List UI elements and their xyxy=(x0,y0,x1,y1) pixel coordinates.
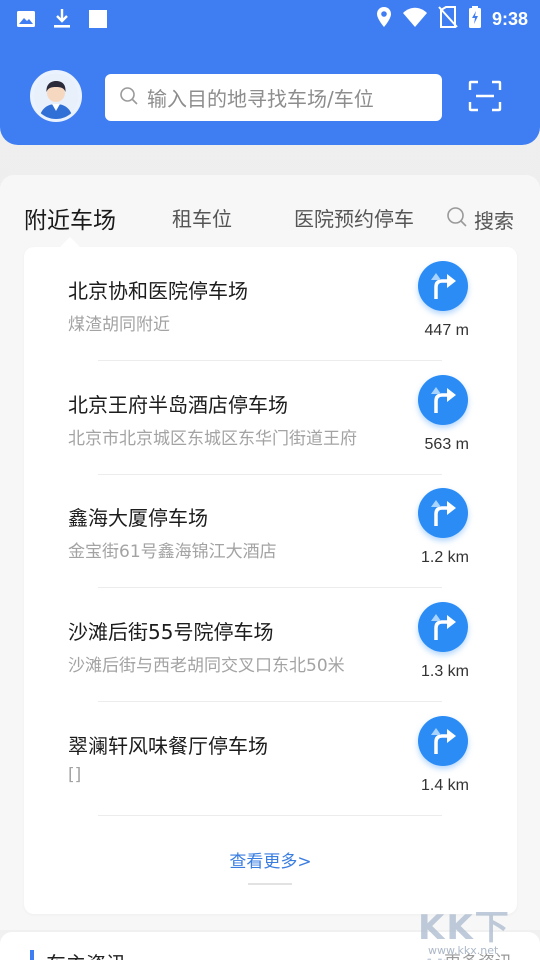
parking-distance: 1.2 km xyxy=(420,549,469,566)
section-accent-bar xyxy=(30,950,34,960)
image-icon xyxy=(16,9,36,33)
wifi-icon xyxy=(402,7,428,31)
parking-address: 北京市北京城区东城区东华门街道王府 xyxy=(68,429,357,449)
search-icon xyxy=(119,86,139,110)
parking-name: 北京王府半岛酒店停车场 xyxy=(68,393,288,417)
status-time: 9:38 xyxy=(491,8,528,29)
watermark-url: www.kkx.net xyxy=(428,944,499,957)
parking-list-item[interactable]: 北京协和医院停车场 煤渣胡同附近 447 m xyxy=(24,247,517,361)
tab-hospital-parking[interactable]: 医院预约停车 xyxy=(294,203,414,232)
more-bar-divider xyxy=(248,883,292,885)
navigate-icon[interactable] xyxy=(418,602,468,652)
scan-icon[interactable] xyxy=(468,80,502,112)
parking-name: 翠澜轩风味餐厅停车场 xyxy=(68,734,268,758)
navigate-icon[interactable] xyxy=(418,261,468,311)
parking-list-item[interactable]: 鑫海大厦停车场 金宝街61号鑫海锦江大酒店 1.2 km xyxy=(24,474,517,588)
navigate-icon[interactable] xyxy=(418,716,468,766)
parking-list-item[interactable]: 北京王府半岛酒店停车场 北京市北京城区东城区东华门街道王府 563 m xyxy=(24,361,517,475)
view-more-link[interactable]: 查看更多> xyxy=(24,847,517,872)
parking-address: 沙滩后街与西老胡同交叉口东北50米 xyxy=(68,656,345,676)
app-header: 9:38 输入目的地寻找车场/车位 xyxy=(0,0,540,145)
parking-distance: 1.4 km xyxy=(420,777,469,794)
news-section-title: 车主资讯 xyxy=(46,948,126,960)
tab-nearby-parking[interactable]: 附近车场 xyxy=(24,201,116,235)
search-placeholder: 输入目的地寻找车场/车位 xyxy=(147,87,374,111)
divider xyxy=(98,815,442,816)
download-icon xyxy=(52,8,72,34)
search-icon xyxy=(446,206,468,233)
tab-rent-space[interactable]: 租车位 xyxy=(172,203,232,232)
tab-search-label: 搜索 xyxy=(474,209,514,233)
nearby-parking-panel: 附近车场 租车位 医院预约停车 搜索 北京协和医院停车场 煤渣胡同附近 447 … xyxy=(0,175,540,930)
parking-address: 金宝街61号鑫海锦江大酒店 xyxy=(68,542,277,562)
status-bar: 9:38 xyxy=(0,0,540,36)
navigate-icon[interactable] xyxy=(418,488,468,538)
parking-distance: 563 m xyxy=(424,436,469,453)
parking-name: 沙滩后街55号院停车场 xyxy=(68,620,274,644)
square-icon xyxy=(88,9,108,33)
tab-bar: 附近车场 租车位 医院预约停车 搜索 xyxy=(0,175,540,247)
parking-name: 北京协和医院停车场 xyxy=(68,279,248,303)
parking-address: [] xyxy=(68,765,82,785)
parking-list-item[interactable]: 沙滩后街55号院停车场 沙滩后街与西老胡同交叉口东北50米 1.3 km xyxy=(24,588,517,702)
parking-list: 北京协和医院停车场 煤渣胡同附近 447 m 北京王府半岛酒店停车场 北京市北京… xyxy=(24,247,517,914)
parking-name: 鑫海大厦停车场 xyxy=(68,506,208,530)
navigate-icon[interactable] xyxy=(418,375,468,425)
battery-charging-icon xyxy=(468,6,482,32)
search-input[interactable]: 输入目的地寻找车场/车位 xyxy=(105,74,442,121)
tab-search-button[interactable]: 搜索 xyxy=(446,205,514,234)
parking-address: 煤渣胡同附近 xyxy=(68,315,170,335)
parking-distance: 447 m xyxy=(424,322,469,339)
parking-list-item[interactable]: 翠澜轩风味餐厅停车场 [] 1.4 km xyxy=(24,702,517,816)
user-avatar-icon[interactable] xyxy=(30,70,82,122)
parking-distance: 1.3 km xyxy=(420,663,469,680)
active-tab-indicator xyxy=(60,237,80,247)
location-icon xyxy=(376,6,392,32)
no-sim-icon xyxy=(438,6,458,32)
